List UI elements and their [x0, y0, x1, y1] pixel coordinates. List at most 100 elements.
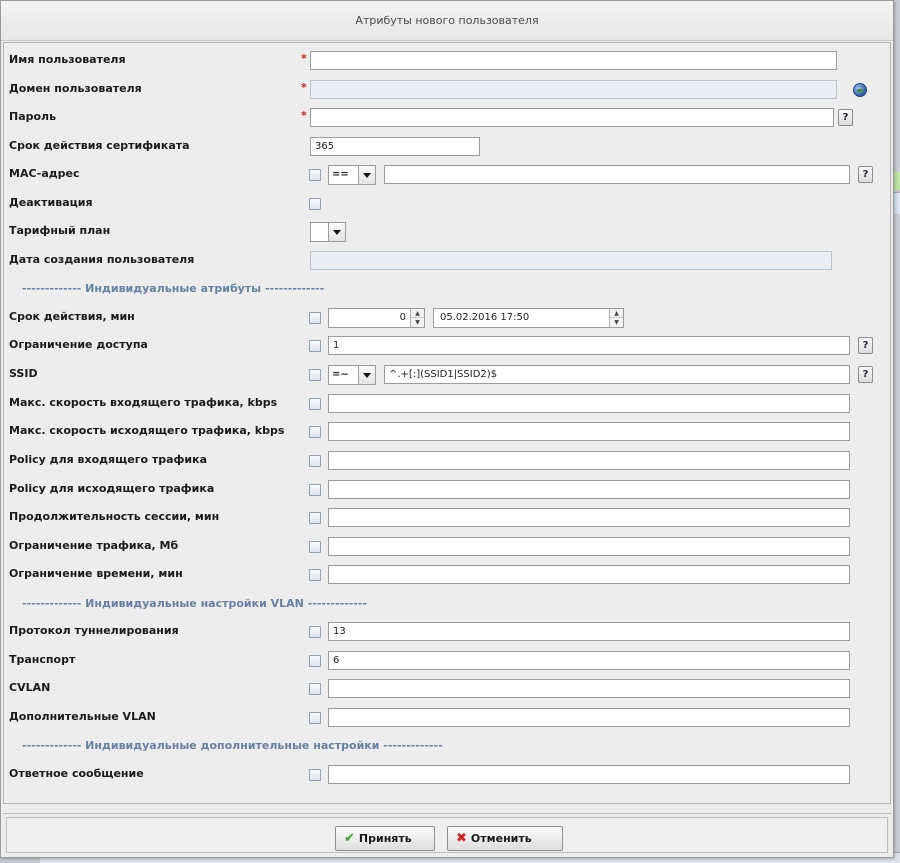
username-label: Имя пользователя	[9, 53, 126, 66]
mac-operator-select[interactable]: ==	[328, 165, 376, 185]
session-length-checkbox[interactable]	[309, 512, 321, 524]
required-marker: *	[301, 52, 307, 65]
row-access-limit: Ограничение доступа 1 ?	[4, 332, 892, 358]
deactivation-label: Деактивация	[9, 196, 93, 209]
expiry-minutes-spinner[interactable]: 0 ▲ ▼	[328, 308, 425, 328]
section-individual-attrs: ------------- Индивидуальные атрибуты --…	[4, 275, 892, 301]
password-help-button[interactable]: ?	[838, 109, 853, 126]
cancel-button-label: Отменить	[470, 832, 532, 845]
cvlan-label: CVLAN	[9, 681, 51, 694]
cvlan-input[interactable]	[328, 679, 850, 698]
time-limit-label: Ограничение времени, мин	[9, 567, 183, 580]
chevron-down-icon	[358, 366, 375, 384]
ssid-help-button[interactable]: ?	[858, 366, 873, 383]
cvlan-checkbox[interactable]	[309, 683, 321, 695]
row-max-in: Макс. скорость входящего трафика, kbps	[4, 390, 892, 416]
spinner-buttons: ▲ ▼	[410, 309, 424, 327]
policy-out-label: Policy для исходящего трафика	[9, 482, 215, 495]
row-expiry: Срок действия, мин 0 ▲ ▼ 05.02.2016 17:5…	[4, 304, 892, 330]
row-deactivation: Деактивация	[4, 190, 892, 216]
spinner-down-icon[interactable]: ▼	[411, 318, 424, 327]
time-limit-checkbox[interactable]	[309, 569, 321, 581]
transport-checkbox[interactable]	[309, 655, 321, 667]
policy-in-input[interactable]	[328, 451, 850, 470]
access-limit-checkbox[interactable]	[309, 340, 321, 352]
accept-button[interactable]: ✔ Принять	[335, 826, 435, 851]
access-limit-help-button[interactable]: ?	[858, 337, 873, 354]
access-limit-input[interactable]: 1	[328, 336, 850, 355]
mac-checkbox[interactable]	[309, 169, 321, 181]
spinner-up-icon[interactable]: ▲	[411, 309, 424, 318]
tariff-select[interactable]	[310, 222, 346, 242]
check-icon: ✔	[344, 831, 355, 846]
reply-message-label: Ответное сообщение	[9, 767, 144, 780]
cancel-button[interactable]: ✖ Отменить	[447, 826, 563, 851]
globe-icon[interactable]	[853, 83, 867, 97]
expiry-datetime-value: 05.02.2016 17:50	[440, 312, 530, 323]
reply-message-input[interactable]	[328, 765, 850, 784]
mac-label: MAC-адрес	[9, 167, 80, 180]
expiry-label: Срок действия, мин	[9, 310, 135, 323]
extra-vlan-checkbox[interactable]	[309, 712, 321, 724]
reply-message-checkbox[interactable]	[309, 769, 321, 781]
max-out-label: Макс. скорость исходящего трафика, kbps	[9, 424, 285, 437]
section-title: ------------- Индивидуальные настройки V…	[22, 597, 368, 610]
ssid-checkbox[interactable]	[309, 369, 321, 381]
cert-validity-label: Срок действия сертификата	[9, 139, 190, 152]
tunnel-protocol-label: Протокол туннелирования	[9, 624, 179, 637]
section-individual-vlan: ------------- Индивидуальные настройки V…	[4, 590, 892, 616]
spinner-up-icon[interactable]: ▲	[610, 309, 623, 318]
policy-in-checkbox[interactable]	[309, 455, 321, 467]
max-out-checkbox[interactable]	[309, 426, 321, 438]
traffic-limit-input[interactable]	[328, 537, 850, 556]
form-area: Имя пользователя * Домен пользователя * …	[3, 42, 891, 804]
row-password: Пароль * ?	[4, 104, 892, 130]
created-input	[310, 251, 832, 270]
time-limit-input[interactable]	[328, 565, 850, 584]
traffic-limit-label: Ограничение трафика, Мб	[9, 539, 179, 552]
row-domain: Домен пользователя *	[4, 76, 892, 102]
ssid-input[interactable]: ^.+[:](SSID1|SSID2)$	[384, 365, 850, 384]
deactivation-checkbox[interactable]	[309, 198, 321, 210]
password-input[interactable]	[310, 108, 834, 127]
max-in-input[interactable]	[328, 394, 850, 413]
tariff-value	[311, 223, 314, 241]
transport-input[interactable]: 6	[328, 651, 850, 670]
row-tariff: Тарифный план	[4, 218, 892, 244]
ssid-operator-select[interactable]: =~	[328, 365, 376, 385]
transport-label: Транспорт	[9, 653, 76, 666]
tunnel-protocol-checkbox[interactable]	[309, 626, 321, 638]
required-marker: *	[301, 109, 307, 122]
tunnel-protocol-input[interactable]: 13	[328, 622, 850, 641]
policy-out-checkbox[interactable]	[309, 484, 321, 496]
max-in-label: Макс. скорость входящего трафика, kbps	[9, 396, 278, 409]
background-strip	[893, 172, 900, 190]
extra-vlan-label: Дополнительные VLAN	[9, 710, 156, 723]
accept-button-label: Принять	[358, 832, 412, 845]
password-label: Пароль	[9, 110, 57, 123]
button-bar: ✔ Принять ✖ Отменить	[6, 817, 888, 853]
spinner-down-icon[interactable]: ▼	[610, 318, 623, 327]
mac-help-button[interactable]: ?	[858, 166, 873, 183]
mac-input[interactable]	[384, 165, 850, 184]
row-mac: MAC-адрес == ?	[4, 161, 892, 187]
expiry-checkbox[interactable]	[309, 312, 321, 324]
chevron-down-icon	[358, 166, 375, 184]
row-policy-in: Policy для входящего трафика	[4, 447, 892, 473]
max-in-checkbox[interactable]	[309, 398, 321, 410]
expiry-datetime-spinner[interactable]: 05.02.2016 17:50 ▲ ▼	[433, 308, 624, 328]
row-cvlan: CVLAN	[4, 675, 892, 701]
tariff-label: Тарифный план	[9, 224, 111, 237]
row-extra-vlan: Дополнительные VLAN	[4, 704, 892, 730]
section-title: ------------- Индивидуальные дополнитель…	[22, 739, 443, 752]
section-title: ------------- Индивидуальные атрибуты --…	[22, 282, 325, 295]
extra-vlan-input[interactable]	[328, 708, 850, 727]
max-out-input[interactable]	[328, 422, 850, 441]
traffic-limit-checkbox[interactable]	[309, 541, 321, 553]
row-created: Дата создания пользователя	[4, 247, 892, 273]
cert-validity-input[interactable]: 365	[310, 137, 480, 156]
session-length-input[interactable]	[328, 508, 850, 527]
policy-out-input[interactable]	[328, 480, 850, 499]
username-input[interactable]	[310, 51, 837, 70]
chevron-down-icon	[328, 223, 345, 241]
